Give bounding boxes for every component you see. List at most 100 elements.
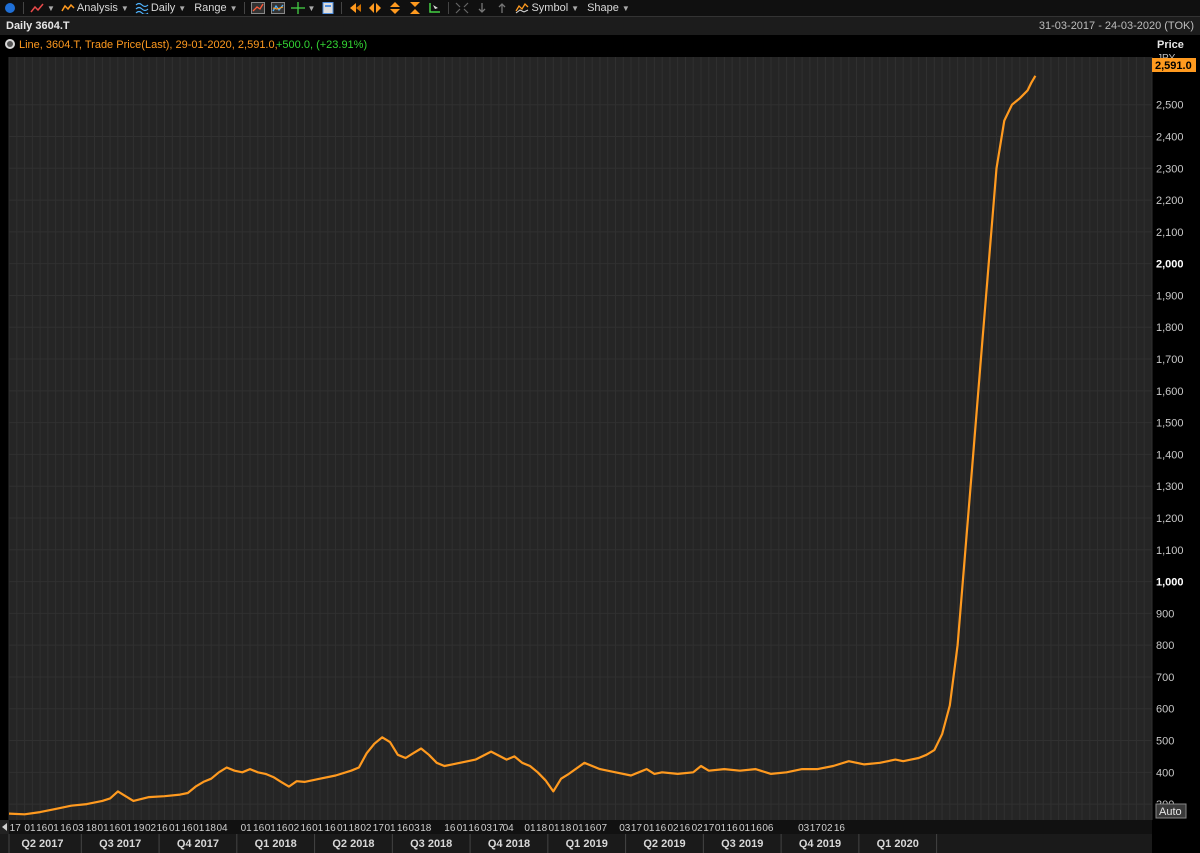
x-tick-label: 07 [596,823,608,834]
y-tick-label: 1,000 [1156,577,1184,589]
range-label: Range [194,2,227,14]
app-menu-button[interactable] [0,0,20,16]
x-tick-label: 16 [36,823,48,834]
move-down-button[interactable] [472,0,492,16]
corner-select-icon [429,3,441,13]
fit-screen-button[interactable] [452,0,472,16]
data-window-button[interactable] [318,0,338,16]
chevron-down-icon: ▼ [307,3,316,13]
x-tick-label: 16 [157,823,169,834]
x-tick-label: 16 [444,823,456,834]
x-tick-label: 01 [265,823,277,834]
move-up-button[interactable] [492,0,512,16]
x-tick-label: 01 [384,823,396,834]
interval-dropdown[interactable]: Daily ▼ [132,0,189,16]
y-tick-label: 2,100 [1156,227,1184,239]
x-tick-label: 16 [727,823,739,834]
analysis-dropdown[interactable]: Analysis ▼ [58,0,132,16]
x-period-label: Q2 2019 [643,838,685,850]
scroll-left-button[interactable] [345,0,365,16]
x-tick-label: 16 [60,823,72,834]
x-tick-label: 01 [457,823,469,834]
daily-label: Daily [150,2,176,14]
compare-chart-button[interactable] [268,0,288,16]
x-tick-label: 01 [643,823,655,834]
arrow-left-icon [350,3,362,13]
x-tick-label: 06 [762,823,774,834]
x-period-label: Q1 2018 [255,838,297,850]
x-tick-label: 18 [205,823,217,834]
chevron-down-icon: ▼ [47,3,55,13]
legend-icon[interactable] [5,39,15,49]
x-tick-label: 18 [560,823,572,834]
x-tick-label: 18 [536,823,548,834]
chevron-down-icon: ▼ [571,3,580,13]
y-tick-label: 1,400 [1156,449,1184,461]
x-tick-label: 18 [86,823,98,834]
data-window-icon [322,2,334,14]
x-period-label: Q2 2017 [21,838,63,850]
x-tick-label: 17 [703,823,715,834]
x-tick-label: 01 [193,823,205,834]
waves-icon [135,2,149,14]
legend-series-info: Line, 3604.T, Trade Price(Last), 29-01-2… [19,39,278,51]
x-tick-label: 16 [300,823,312,834]
x-period-label: Q4 2019 [799,838,841,850]
chart-title: Daily 3604.T [6,20,70,32]
toolbar-separator [341,2,343,14]
auto-scale-button[interactable]: Auto [1155,803,1187,819]
zoom-vertical-button[interactable] [385,0,405,16]
x-tick-label: 01 [337,823,349,834]
expand-horizontal-icon [369,3,382,13]
x-tick-label: 02 [667,823,679,834]
x-tick-label: 02 [145,823,157,834]
crosshair-button[interactable]: ▼ [288,0,319,16]
analysis-icon [61,3,75,12]
expand-vertical-icon [390,2,401,14]
x-tick-label: 01 [121,823,133,834]
x-tick-label: 19 [133,823,145,834]
x-period-label: Q3 2017 [99,838,141,850]
shape-label: Shape [587,2,619,14]
x-period-label: Q2 2018 [332,838,374,850]
x-tick-label: 01 [739,823,751,834]
chevron-down-icon: ▼ [229,3,238,13]
x-tick-label: 18 [349,823,361,834]
x-tick-label: 03 [73,823,85,834]
x-tick-label: 01 [24,823,36,834]
x-tick-label: 16 [181,823,193,834]
x-tick-label: 17 [373,823,385,834]
y-tick-label: 500 [1156,736,1174,748]
x-tick-label: 03 [798,823,810,834]
x-tick-label: 04 [503,823,515,834]
chart-header: Daily 3604.T 31-03-2017 - 24-03-2020 (TO… [0,17,1200,35]
symbol-dropdown[interactable]: Symbol ▼ [512,0,582,16]
compress-vertical-button[interactable] [405,0,425,16]
toolbar-separator [243,2,245,14]
cursor-select-button[interactable] [425,0,445,16]
x-tick-label: 16 [276,823,288,834]
x-tick-label: 16 [834,823,846,834]
price-chart[interactable]: Line, 3604.T, Trade Price(Last), 29-01-2… [0,35,1200,853]
y-tick-label: 2,000 [1156,259,1184,271]
y-tick-label: 800 [1156,640,1174,652]
x-tick-label: 02 [692,823,704,834]
current-value-label: 2,591.0 [1155,60,1192,72]
draw-trend-button[interactable] [248,0,268,16]
x-tick-labels: 17 01 16 01 16 03 18 01 16 01 19 02 16 01 16 01 18 04 01 16… [10,823,846,834]
x-tick-label: 18 [420,823,432,834]
arrow-down-icon [478,3,486,13]
x-scroll-left-button[interactable] [0,820,9,834]
x-tick-label: 01 [524,823,536,834]
fit-screen-icon [456,2,469,14]
y-tick-label: 400 [1156,767,1174,779]
date-range: 31-03-2017 - 24-03-2020 (TOK) [1038,20,1194,32]
shape-dropdown[interactable]: Shape ▼ [582,0,633,16]
y-tick-label: 1,700 [1156,354,1184,366]
toolbar-separator [23,2,24,14]
range-dropdown[interactable]: Range ▼ [189,0,240,16]
y-tick-label: 2,500 [1156,100,1184,112]
chart-type-dropdown[interactable]: ▼ [27,0,58,16]
zoom-out-horizontal-button[interactable] [365,0,385,16]
app-logo-icon [5,3,15,13]
